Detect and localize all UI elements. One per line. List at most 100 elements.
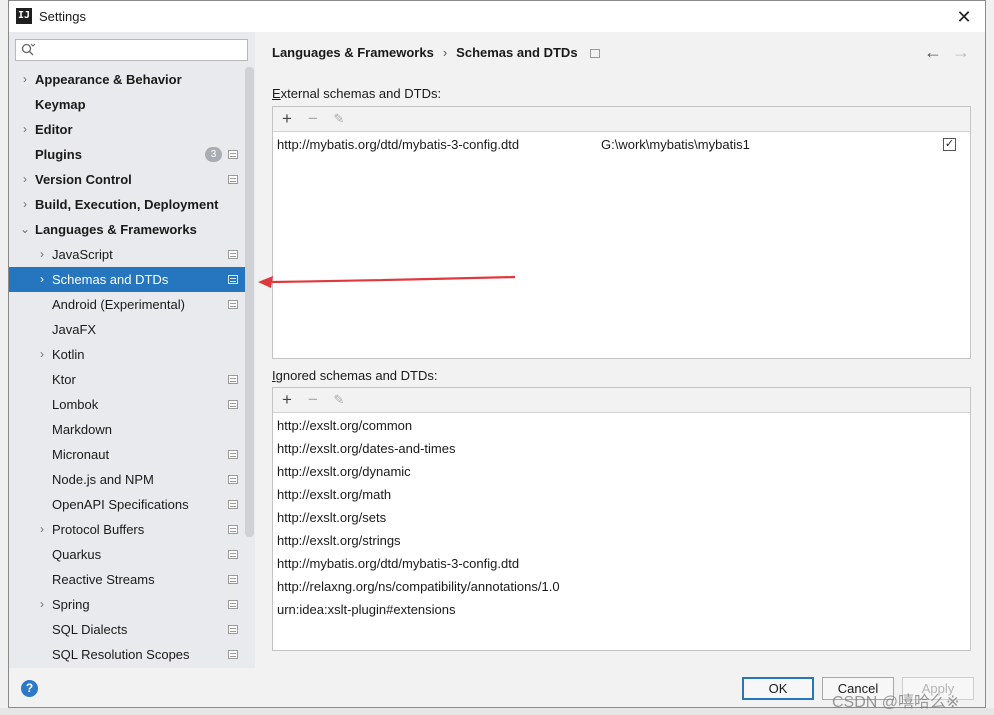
sidebar-item-label: Reactive Streams [52,572,155,587]
chevron-right-icon[interactable]: › [36,592,48,617]
remove-ignored-button[interactable]: − [304,390,322,410]
external-row[interactable]: http://mybatis.org/dtd/mybatis-3-config.… [277,133,967,156]
chevron-down-icon[interactable]: ⌄ [19,217,31,242]
project-scope-icon [228,550,238,559]
add-ignored-button[interactable]: + [278,390,296,410]
sidebar-item-spring[interactable]: › Spring [9,592,245,617]
ignored-schemas-label: Ignored schemas and DTDs: [272,368,437,383]
sidebar-item-sql-dialects[interactable]: SQL Dialects [9,617,245,642]
sidebar-item-reactive-streams[interactable]: Reactive Streams [9,567,245,592]
ignored-row[interactable]: http://exslt.org/math [277,483,967,506]
sidebar-item-editor[interactable]: › Editor [9,117,245,142]
breadcrumb: Languages & Frameworks › Schemas and DTDs [272,45,600,60]
sidebar-item-label: Keymap [35,97,86,112]
ignored-row[interactable]: http://relaxng.org/ns/compatibility/anno… [277,575,967,598]
sidebar-item-markdown[interactable]: Markdown [9,417,245,442]
sidebar-item-label: Spring [52,597,90,612]
sidebar-item-javafx[interactable]: JavaFX [9,317,245,342]
chevron-right-icon[interactable]: › [19,192,31,217]
sidebar-item-label: SQL Resolution Scopes [52,647,190,662]
remove-external-button[interactable]: − [304,109,322,129]
sidebar-item-version-control[interactable]: › Version Control [9,167,245,192]
external-label-text: xternal schemas and DTDs: [280,86,442,101]
ignored-row[interactable]: http://exslt.org/common [277,414,967,437]
sidebar-scrollbar[interactable] [245,67,254,537]
sidebar-item-label: JavaFX [52,322,97,337]
sidebar-item-ktor[interactable]: Ktor [9,367,245,392]
ignored-schemas-list: + − ✎ http://exslt.org/common http://exsl… [272,387,971,651]
back-arrow-icon[interactable]: ← [924,42,942,63]
sidebar-item-label: Kotlin [52,347,85,362]
intellij-app-icon: IJ [16,8,32,24]
sidebar-item-languages-frameworks[interactable]: ⌄ Languages & Frameworks [9,217,245,242]
settings-search-box[interactable] [15,39,248,61]
sidebar-item-plugins[interactable]: Plugins 3 [9,142,245,167]
help-icon[interactable]: ? [21,680,38,697]
sidebar-item-label: Micronaut [52,447,110,462]
chevron-right-icon[interactable]: › [36,267,48,292]
ignored-row[interactable]: urn:idea:xslt-plugin#extensions [277,598,967,621]
chevron-right-icon[interactable]: › [36,342,48,367]
external-toolbar: + − ✎ [273,107,970,132]
sidebar-item-keymap[interactable]: Keymap [9,92,245,117]
sidebar-item-android-experimental[interactable]: Android (Experimental) [9,292,245,317]
sidebar-item-label: Lombok [52,397,99,412]
sidebar-item-protocol-buffers[interactable]: › Protocol Buffers [9,517,245,542]
chevron-right-icon[interactable]: › [19,117,31,142]
breadcrumb-current: Schemas and DTDs [456,45,578,60]
forward-arrow-icon[interactable]: → [952,42,970,63]
project-scope-icon [228,275,238,284]
chevron-right-icon[interactable]: › [19,67,31,92]
background-window-left [0,0,8,715]
settings-search-input[interactable] [38,42,243,58]
ignored-row[interactable]: http://exslt.org/dates-and-times [277,437,967,460]
project-scope-icon [589,49,600,59]
project-scope-icon [228,600,238,609]
sidebar-item-quarkus[interactable]: Quarkus [9,542,245,567]
window-title: Settings [39,9,86,24]
ok-button[interactable]: OK [742,677,814,700]
sidebar-item-label: Protocol Buffers [52,522,145,537]
sidebar-item-lombok[interactable]: Lombok [9,392,245,417]
external-checkbox[interactable]: ✓ [943,138,956,151]
background-window-right [986,0,994,715]
external-mnemonic: E [272,86,281,101]
ignored-label-text: gnored schemas and DTDs: [275,368,438,383]
sidebar-item-schemas-and-dtds[interactable]: › Schemas and DTDs [9,267,245,292]
edit-ignored-button[interactable]: ✎ [330,390,348,410]
sidebar-item-label: Plugins [35,147,82,162]
chevron-right-icon[interactable]: › [36,517,48,542]
sidebar-item-kotlin[interactable]: › Kotlin [9,342,245,367]
sidebar-item-node-js-and-npm[interactable]: Node.js and NPM [9,467,245,492]
edit-external-button[interactable]: ✎ [330,109,348,129]
ignored-row[interactable]: http://exslt.org/strings [277,529,967,552]
sidebar-item-javascript[interactable]: › JavaScript [9,242,245,267]
ignored-row[interactable]: http://mybatis.org/dtd/mybatis-3-config.… [277,552,967,575]
external-uri: http://mybatis.org/dtd/mybatis-3-config.… [277,137,520,152]
sidebar-item-micronaut[interactable]: Micronaut [9,442,245,467]
sidebar-item-sql-resolution-scopes[interactable]: SQL Resolution Scopes [9,642,245,667]
sidebar-item-label: Version Control [35,172,132,187]
sidebar-item-label: Schemas and DTDs [52,272,169,287]
sidebar-item-build-execution-deployment[interactable]: › Build, Execution, Deployment [9,192,245,217]
external-location: G:\work\mybatis\mybatis1 [601,137,750,152]
sidebar-item-openapi-specifications[interactable]: OpenAPI Specifications [9,492,245,517]
project-scope-icon [228,400,238,409]
sidebar-item-appearance-behavior[interactable]: › Appearance & Behavior [9,67,245,92]
project-scope-icon [228,175,238,184]
ignored-row[interactable]: http://exslt.org/sets [277,506,967,529]
chevron-right-icon[interactable]: › [36,242,48,267]
ignored-toolbar: + − ✎ [273,388,970,413]
close-window-button[interactable]: ✕ [947,4,981,30]
sidebar-item-label: Build, Execution, Deployment [35,197,219,212]
title-bar: IJ Settings ✕ [9,1,985,32]
settings-sidebar: › Appearance & Behavior Keymap › Editor Plugi… [9,32,255,668]
ignored-row[interactable]: http://exslt.org/dynamic [277,460,967,483]
sidebar-item-label: Android (Experimental) [52,297,185,312]
breadcrumb-parent[interactable]: Languages & Frameworks [272,45,434,60]
project-scope-icon [228,650,238,659]
chevron-right-icon[interactable]: › [19,167,31,192]
add-external-button[interactable]: + [278,109,296,129]
project-scope-icon [228,450,238,459]
sidebar-item-label: Languages & Frameworks [35,222,197,237]
